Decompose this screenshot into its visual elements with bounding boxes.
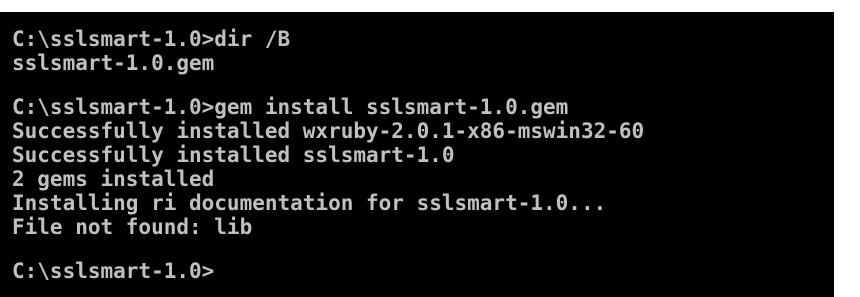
console-line-blank — [12, 239, 644, 259]
console-line-blank — [12, 75, 644, 95]
console-line-command-dir: C:\sslsmart-1.0>dir /B — [12, 27, 291, 51]
console-line-output: 2 gems installed — [12, 167, 215, 191]
console-line-command-gem-install: C:\sslsmart-1.0>gem install sslsmart-1.0… — [12, 95, 569, 119]
console-line-output: File not found: lib — [12, 215, 253, 239]
command-prompt-window: C:\sslsmart-1.0>dir /B sslsmart-1.0.gem C:… — [0, 0, 860, 297]
console-line-output: Installing ri documentation for sslsmart… — [12, 191, 607, 215]
console-line-output: Successfully installed sslsmart-1.0 — [12, 143, 455, 167]
window-edge — [834, 12, 860, 297]
console-prompt: C:\sslsmart-1.0> — [12, 259, 215, 283]
console-line-output: sslsmart-1.0.gem — [12, 51, 215, 75]
console-output-area[interactable]: C:\sslsmart-1.0>dir /B sslsmart-1.0.gem C:… — [0, 12, 834, 297]
console-line-output: Successfully installed wxruby-2.0.1-x86-… — [12, 119, 645, 143]
console-prompt-line[interactable]: C:\sslsmart-1.0> — [12, 259, 644, 283]
console-text: C:\sslsmart-1.0>dir /B sslsmart-1.0.gem C:… — [12, 27, 644, 283]
